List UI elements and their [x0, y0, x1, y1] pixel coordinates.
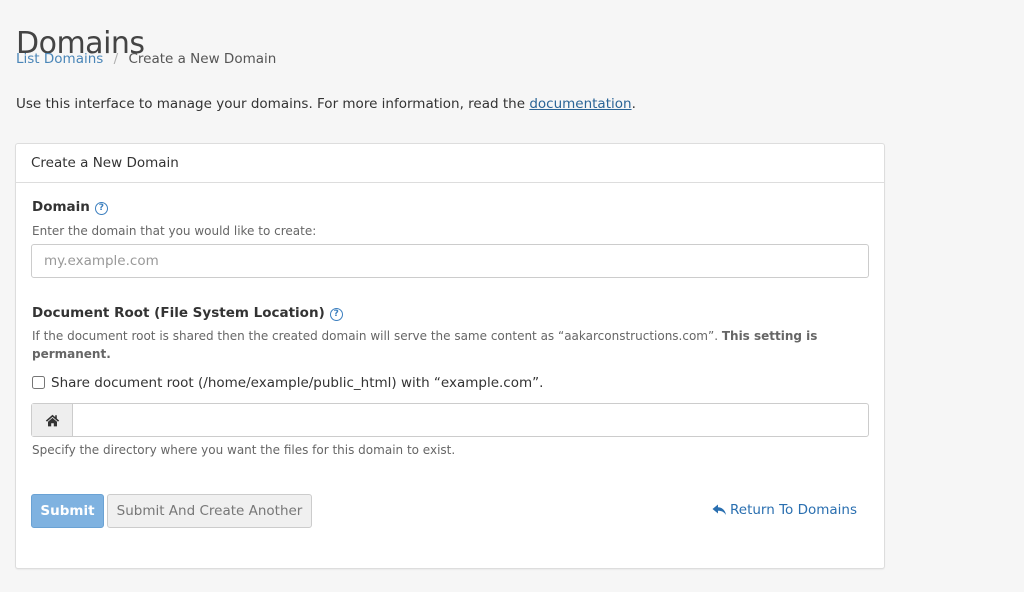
docroot-help-text: Specify the directory where you want the…	[32, 443, 456, 457]
create-domain-panel: Create a New Domain Domain? Enter the do…	[15, 143, 885, 569]
docroot-input-group	[31, 403, 869, 437]
documentation-link[interactable]: documentation	[529, 96, 631, 112]
breadcrumb-separator: /	[113, 51, 119, 67]
docroot-label-text: Document Root (File System Location)	[32, 305, 325, 321]
domain-input-wrapper	[31, 244, 869, 278]
docroot-hint-text: If the document root is shared then the …	[32, 329, 722, 343]
return-to-domains-link[interactable]: Return To Domains	[712, 502, 857, 518]
share-docroot-label: Share document root (/home/example/publi…	[51, 375, 544, 391]
home-icon	[32, 404, 73, 436]
submit-and-create-another-button[interactable]: Submit And Create Another	[107, 494, 312, 528]
share-docroot-row[interactable]: Share document root (/home/example/publi…	[31, 374, 543, 392]
submit-button[interactable]: Submit	[31, 494, 104, 528]
intro-text: Use this interface to manage your domain…	[16, 95, 636, 113]
page: Domains List Domains / Create a New Doma…	[0, 0, 1024, 592]
intro-text-after: .	[631, 96, 636, 112]
breadcrumb-current: Create a New Domain	[128, 51, 277, 67]
intro-text-before: Use this interface to manage your domain…	[16, 96, 530, 112]
docroot-label: Document Root (File System Location)?	[32, 305, 343, 321]
docroot-input[interactable]	[73, 404, 868, 436]
question-circle-icon[interactable]: ?	[329, 308, 343, 321]
docroot-hint: If the document root is shared then the …	[32, 327, 832, 363]
home-icon-svg	[45, 414, 59, 426]
domain-input[interactable]	[32, 245, 868, 277]
reply-arrow-icon	[712, 504, 726, 515]
share-docroot-checkbox[interactable]	[32, 376, 45, 389]
breadcrumb-list-domains-link[interactable]: List Domains	[16, 51, 103, 67]
breadcrumb: List Domains / Create a New Domain	[16, 50, 276, 68]
panel-heading: Create a New Domain	[16, 144, 884, 183]
domain-hint: Enter the domain that you would like to …	[32, 224, 317, 238]
domain-label: Domain?	[32, 199, 108, 215]
question-circle-icon[interactable]: ?	[94, 202, 108, 215]
return-to-domains-label: Return To Domains	[729, 502, 857, 518]
domain-label-text: Domain	[32, 199, 90, 215]
